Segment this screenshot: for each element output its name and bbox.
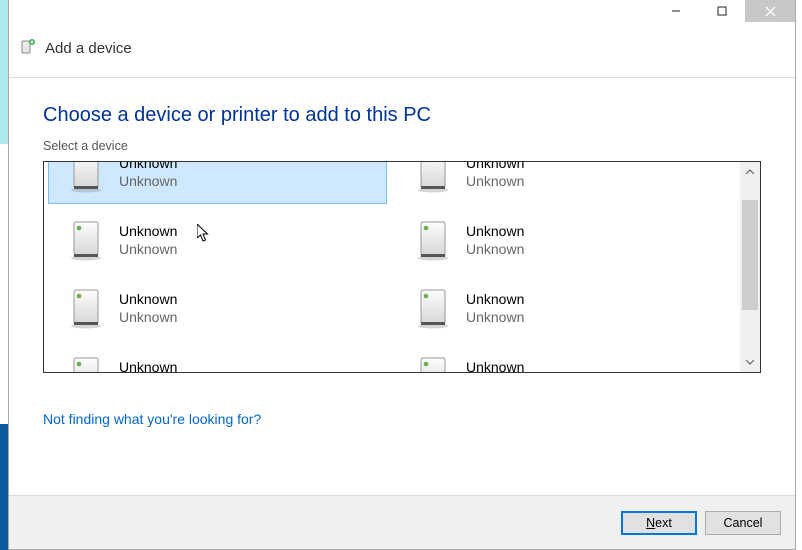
add-device-window: Add a device Choose a device or printer …	[8, 0, 796, 550]
device-text: Unknown Unknown	[119, 222, 177, 258]
device-icon	[412, 286, 456, 330]
window-title: Add a device	[45, 40, 132, 57]
device-type: Unknown	[119, 172, 177, 190]
device-type: Unknown	[466, 308, 524, 326]
cancel-button[interactable]: Cancel	[705, 511, 781, 535]
content-area: Choose a device or printer to add to thi…	[9, 78, 795, 427]
device-list: Unknown Unknown Unknown Unknown Unknown …	[43, 161, 761, 373]
device-item[interactable]: Unknown Unknown	[395, 208, 734, 272]
device-icon	[65, 286, 109, 330]
device-name: Unknown	[466, 290, 524, 308]
device-wizard-icon	[19, 38, 37, 59]
device-text: Unknown Unknown	[466, 290, 524, 326]
device-text: Unknown Unknown	[466, 222, 524, 258]
device-type: Unknown	[119, 240, 177, 258]
device-icon	[65, 161, 109, 194]
device-icon	[65, 354, 109, 373]
window-header: Add a device	[9, 30, 795, 78]
minimize-button[interactable]	[653, 0, 699, 22]
device-name: Unknown	[119, 358, 177, 373]
help-link[interactable]: Not finding what you're looking for?	[43, 411, 761, 427]
device-name: Unknown	[119, 290, 177, 308]
device-type: Unknown	[119, 308, 177, 326]
next-button-label: Next	[646, 516, 672, 530]
device-item[interactable]: Unknown Unknown	[48, 344, 387, 373]
device-type: Unknown	[466, 172, 524, 190]
scroll-track[interactable]	[740, 182, 760, 352]
page-heading: Choose a device or printer to add to thi…	[43, 104, 761, 127]
device-name: Unknown	[466, 222, 524, 240]
maximize-button[interactable]	[699, 0, 745, 22]
device-text: Unknown Unknown	[466, 358, 524, 373]
device-name: Unknown	[119, 222, 177, 240]
device-item[interactable]: Unknown Unknown	[395, 161, 734, 204]
scroll-up-arrow[interactable]	[740, 162, 760, 182]
device-text: Unknown Unknown	[119, 358, 177, 373]
device-icon	[412, 161, 456, 194]
device-text: Unknown Unknown	[119, 161, 177, 190]
device-item[interactable]: Unknown Unknown	[48, 208, 387, 272]
device-type: Unknown	[466, 240, 524, 258]
device-item[interactable]: Unknown Unknown	[395, 344, 734, 373]
footer: Next Cancel	[9, 495, 795, 549]
device-item[interactable]: Unknown Unknown	[48, 161, 387, 204]
device-name: Unknown	[466, 161, 524, 172]
close-button[interactable]	[745, 0, 795, 22]
device-icon	[412, 354, 456, 373]
titlebar	[9, 0, 795, 30]
desktop-bg-strip	[0, 0, 8, 144]
device-icon	[412, 218, 456, 262]
scroll-down-arrow[interactable]	[740, 352, 760, 372]
page-subheading: Select a device	[43, 139, 761, 153]
cancel-button-label: Cancel	[724, 516, 763, 530]
scrollbar[interactable]	[740, 162, 760, 372]
device-item[interactable]: Unknown Unknown	[48, 276, 387, 340]
device-text: Unknown Unknown	[466, 161, 524, 190]
device-item[interactable]: Unknown Unknown	[395, 276, 734, 340]
device-name: Unknown	[119, 161, 177, 172]
next-button[interactable]: Next	[621, 511, 697, 535]
scroll-thumb[interactable]	[742, 200, 758, 310]
device-text: Unknown Unknown	[119, 290, 177, 326]
device-icon	[65, 218, 109, 262]
device-name: Unknown	[466, 358, 524, 373]
